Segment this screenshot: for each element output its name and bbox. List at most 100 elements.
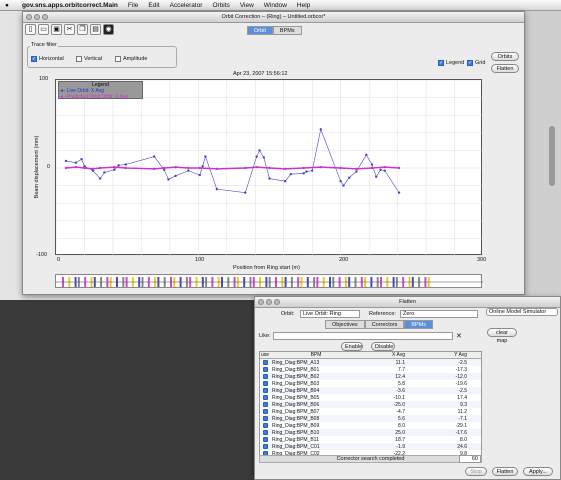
- menu-accelerator[interactable]: Accelerator: [165, 2, 208, 9]
- scrollbar-thumb[interactable]: [549, 126, 555, 186]
- chart-legend[interactable]: Legend -●- Live Orbit: X Avg -●- Predict…: [58, 81, 143, 100]
- orbits-button[interactable]: Orbits: [491, 52, 519, 61]
- table-row[interactable]: Ring_Diag:BPM_B05 -10.1 17.4: [260, 394, 481, 401]
- flatten-zoom-icon[interactable]: [274, 299, 280, 305]
- disable-button[interactable]: Disable: [371, 342, 395, 351]
- flatten-close-icon[interactable]: [258, 299, 264, 305]
- y-tick-top: 100: [39, 76, 49, 82]
- new-doc-icon[interactable]: ▯: [25, 24, 36, 35]
- data-point: [198, 166, 201, 170]
- data-point: [305, 170, 308, 173]
- reference-label: Reference:: [369, 311, 396, 317]
- menu-view[interactable]: View: [235, 2, 259, 9]
- data-point: [98, 177, 102, 180]
- data-point: [215, 187, 219, 191]
- zoom-icon[interactable]: [42, 14, 48, 20]
- save-icon[interactable]: ▣: [51, 24, 62, 35]
- orbit-select[interactable]: Live Orbit: Ring: [300, 310, 360, 318]
- open-icon[interactable]: ▭: [38, 24, 49, 35]
- legend-entry-predicted: -●- Predicted Orbit Orbit: X Avg: [59, 94, 129, 100]
- table-row[interactable]: Ring_Diag:BPM_C01 -1.9 24.6: [260, 443, 481, 450]
- table-row[interactable]: Ring_Diag:BPM_B04 -3.6 -2.5: [260, 387, 481, 394]
- table-row[interactable]: Ring_Diag:BPM_B06 -25.0 9.3: [260, 401, 481, 408]
- copy-icon[interactable]: ❐: [77, 24, 88, 35]
- tab-correctors[interactable]: Correctors: [364, 320, 405, 329]
- vertical-checkbox[interactable]: Vertical: [76, 56, 102, 62]
- flatten-run-button[interactable]: Flatten: [492, 467, 518, 476]
- menu-file[interactable]: File: [123, 2, 143, 9]
- flatten-button[interactable]: Flatten: [491, 64, 519, 73]
- data-point: [289, 172, 293, 176]
- y-axis-label: Beam displacement (mm): [34, 135, 40, 199]
- data-point: [91, 167, 95, 171]
- orbit-plot[interactable]: Legend -●- Live Orbit: X Avg -●- Predict…: [55, 79, 484, 257]
- menu-help[interactable]: Help: [292, 2, 315, 9]
- use-checkbox[interactable]: [260, 388, 270, 393]
- use-checkbox[interactable]: [260, 409, 270, 414]
- data-point: [83, 166, 86, 170]
- grid-checkbox[interactable]: ✓ Grid: [467, 60, 485, 66]
- flatten-window: Flatten Orbit: Live Orbit: Ring Referenc…: [254, 296, 561, 480]
- toolbar: ▯ ▭ ▣ ✂ ❐ ▤ ◉: [25, 24, 114, 35]
- table-row[interactable]: Ring_Diag:BPM_B08 5.6 -7.1: [260, 415, 481, 422]
- use-checkbox[interactable]: [260, 381, 270, 386]
- menu-orbits[interactable]: Orbits: [207, 2, 234, 9]
- apply-button[interactable]: Apply...: [523, 467, 553, 476]
- stop-button[interactable]: Stop: [465, 467, 487, 476]
- like-filter-input[interactable]: [273, 332, 453, 340]
- use-checkbox[interactable]: [260, 402, 270, 407]
- data-point: [255, 155, 258, 158]
- apple-menu-icon[interactable]: ●: [0, 2, 14, 9]
- use-checkbox[interactable]: [260, 430, 270, 435]
- data-point: [348, 176, 351, 179]
- table-row[interactable]: Ring_Diag:BPM_B11 18.7 8.0: [260, 436, 481, 443]
- menu-edit[interactable]: Edit: [143, 2, 164, 9]
- minimize-icon[interactable]: [34, 14, 40, 20]
- menu-window[interactable]: Window: [259, 2, 292, 9]
- camera-icon[interactable]: ◉: [103, 24, 114, 35]
- table-row[interactable]: Ring_Diag:BPM_B03 5.8 -19.6: [260, 380, 481, 387]
- data-point: [375, 175, 378, 178]
- use-checkbox[interactable]: [260, 367, 270, 372]
- use-checkbox[interactable]: [260, 374, 270, 379]
- table-row[interactable]: Ring_Diag:BPM_B07 -4.7 11.2: [260, 408, 481, 415]
- count-field[interactable]: 60: [459, 455, 481, 463]
- chart-title: Apr 23, 2007 15:56:12: [233, 71, 288, 77]
- table-row[interactable]: Ring_Diag:BPM_B09 8.0 -29.1: [260, 422, 481, 429]
- data-point: [113, 168, 116, 171]
- use-checkbox[interactable]: [260, 437, 270, 442]
- tab-orbit[interactable]: Orbit: [247, 26, 273, 35]
- legend-checkbox[interactable]: ✓ Legend: [438, 60, 464, 66]
- data-point: [113, 165, 116, 169]
- bpm-table[interactable]: use BPM X Avg Y Avg Ring_Diag:BPM_A13 11.1 -2…: [259, 351, 482, 463]
- reference-select[interactable]: Zero: [400, 310, 478, 318]
- table-row[interactable]: Ring_Diag:BPM_B02 12.4 -12.0: [260, 373, 481, 380]
- use-checkbox[interactable]: [260, 360, 270, 365]
- tab-bpms[interactable]: BPMs: [272, 26, 302, 35]
- app-menu[interactable]: gov.sns.apps.orbitcorrect.Main: [14, 2, 123, 9]
- clear-map-button[interactable]: clear map: [487, 328, 517, 344]
- amplitude-checkbox[interactable]: Amplitude: [115, 56, 147, 62]
- table-row[interactable]: Ring_Diag:BPM_B10 25.0 -17.6: [260, 429, 481, 436]
- enable-button[interactable]: Enable: [341, 342, 363, 351]
- flatten-minimize-icon[interactable]: [266, 299, 272, 305]
- use-checkbox[interactable]: [260, 395, 270, 400]
- clear-filter-icon[interactable]: ✕: [456, 332, 462, 340]
- close-icon[interactable]: [26, 14, 32, 20]
- paste-icon[interactable]: ▤: [90, 24, 101, 35]
- table-row[interactable]: Ring_Diag:BPM_A13 11.1 -2.5: [260, 359, 481, 366]
- simulator-select[interactable]: Online Model Simulator: [486, 308, 558, 316]
- data-point: [124, 163, 127, 166]
- use-checkbox[interactable]: [260, 423, 270, 428]
- use-checkbox[interactable]: [260, 444, 270, 449]
- y-tick-mid: 0: [47, 164, 51, 170]
- use-checkbox[interactable]: [260, 416, 270, 421]
- table-row[interactable]: Ring_Diag:BPM_B01 7.7 -17.3: [260, 366, 481, 373]
- data-point: [167, 178, 170, 181]
- data-point: [255, 165, 258, 169]
- tab-bpms-flatten[interactable]: BPMs: [404, 320, 434, 329]
- flatten-titlebar: Flatten: [255, 297, 560, 308]
- tab-objectives[interactable]: Objectives: [325, 320, 365, 329]
- horizontal-checkbox[interactable]: ✓ Horizontal: [31, 56, 64, 62]
- cut-icon[interactable]: ✂: [64, 24, 75, 35]
